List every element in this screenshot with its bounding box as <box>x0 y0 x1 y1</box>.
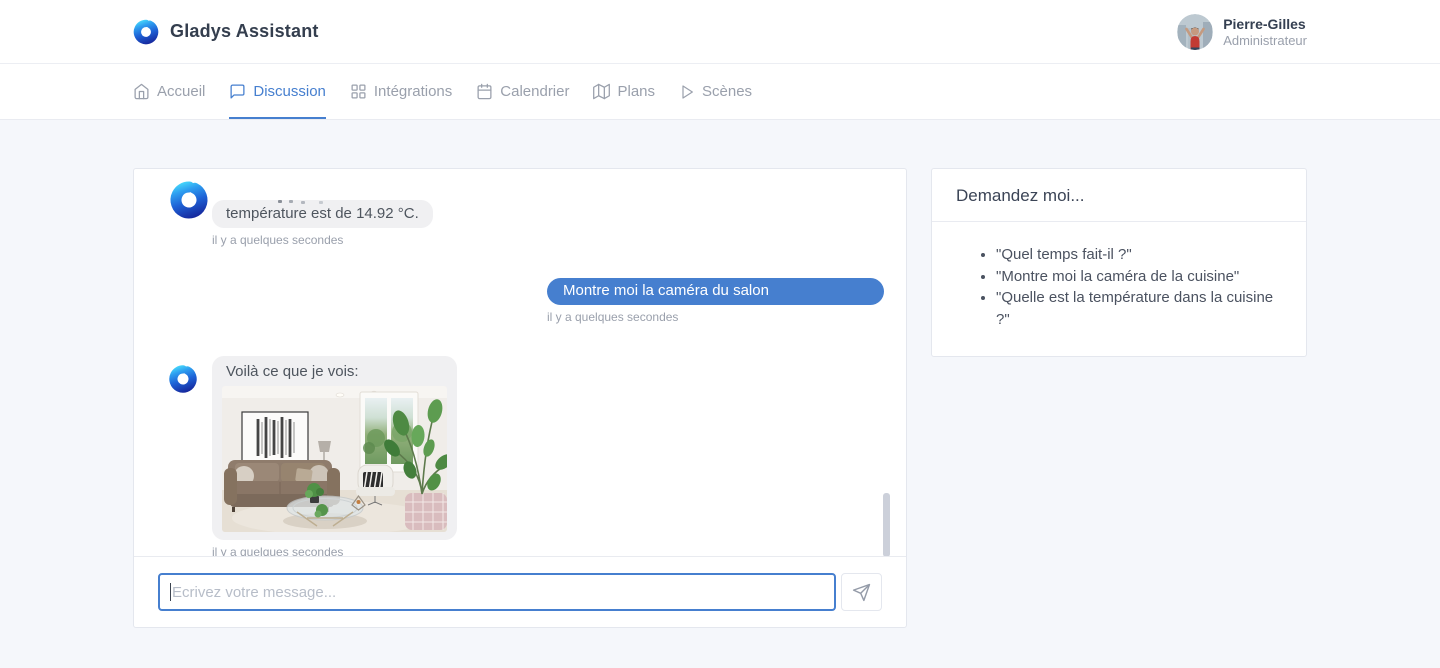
nav-label: Discussion <box>253 83 326 100</box>
text-cursor <box>170 583 171 601</box>
user-avatar[interactable] <box>1177 14 1213 50</box>
nav-item-accueil[interactable]: Accueil <box>133 64 205 119</box>
nav-item-discussion[interactable]: Discussion <box>229 64 326 119</box>
chat-scrollbar-thumb[interactable] <box>883 493 890 556</box>
message-bubble: température est de 14.92 °C. <box>212 200 433 228</box>
message-timestamp: il y a quelques secondes <box>212 233 433 247</box>
user-name: Pierre-Gilles <box>1223 15 1307 33</box>
account-menu[interactable]: Pierre-Gilles Administrateur <box>1177 14 1307 50</box>
clipped-text-fragment <box>278 200 282 203</box>
suggestions-title: Demandez moi... <box>956 186 1282 206</box>
nav-item-calendrier[interactable]: Calendrier <box>476 64 569 119</box>
app-title: Gladys Assistant <box>170 21 319 42</box>
message-timestamp: il y a quelques secondes <box>547 310 884 324</box>
nav-label: Scènes <box>702 83 752 100</box>
message-list[interactable]: température est de 14.92 °C. il y a quel… <box>134 169 906 556</box>
play-icon <box>679 84 695 100</box>
camera-snapshot-image <box>222 386 447 532</box>
brand: Gladys Assistant <box>133 19 319 45</box>
message-timestamp: il y a quelques secondes <box>212 545 457 556</box>
suggestions-header: Demandez moi... <box>932 169 1306 222</box>
chat-card: température est de 14.92 °C. il y a quel… <box>133 168 907 628</box>
user-role: Administrateur <box>1223 33 1307 49</box>
message-icon <box>229 83 246 100</box>
suggestion-item: "Quel temps fait-il ?" <box>996 244 1282 266</box>
main-nav: Accueil Discussion Intégrations Calendri… <box>0 64 1440 120</box>
calendar-icon <box>476 83 493 100</box>
message-input[interactable] <box>158 573 836 611</box>
suggestions-list: "Quel temps fait-il ?" "Montre moi la ca… <box>956 244 1282 330</box>
send-icon <box>852 583 871 602</box>
nav-label: Calendrier <box>500 83 569 100</box>
gladys-avatar-icon <box>168 179 198 221</box>
chat-composer <box>134 556 906 627</box>
message-bubble: Montre moi la caméra du salon <box>547 278 884 305</box>
nav-item-plans[interactable]: Plans <box>593 64 655 119</box>
suggestions-body: "Quel temps fait-il ?" "Montre moi la ca… <box>932 222 1306 356</box>
nav-label: Intégrations <box>374 83 452 100</box>
send-button[interactable] <box>841 573 882 611</box>
nav-label: Plans <box>617 83 655 100</box>
app-header: Gladys Assistant <box>0 0 1440 64</box>
chat-message-assistant: Voilà ce que je vois: <box>168 356 884 556</box>
gladys-logo-icon <box>133 19 159 45</box>
map-icon <box>593 83 610 100</box>
gladys-avatar-icon <box>168 364 198 394</box>
nav-item-scenes[interactable]: Scènes <box>679 64 752 119</box>
message-bubble: Voilà ce que je vois: <box>212 356 457 540</box>
chat-message-assistant: température est de 14.92 °C. il y a quel… <box>168 191 884 247</box>
suggestion-item: "Quelle est la température dans la cuisi… <box>996 287 1282 330</box>
nav-item-integrations[interactable]: Intégrations <box>350 64 452 119</box>
suggestions-card: Demandez moi... "Quel temps fait-il ?" "… <box>931 168 1307 357</box>
grid-icon <box>350 83 367 100</box>
nav-label: Accueil <box>157 83 205 100</box>
chat-message-user: Montre moi la caméra du salon il y a que… <box>168 278 884 324</box>
home-icon <box>133 83 150 100</box>
suggestion-item: "Montre moi la caméra de la cuisine" <box>996 266 1282 288</box>
